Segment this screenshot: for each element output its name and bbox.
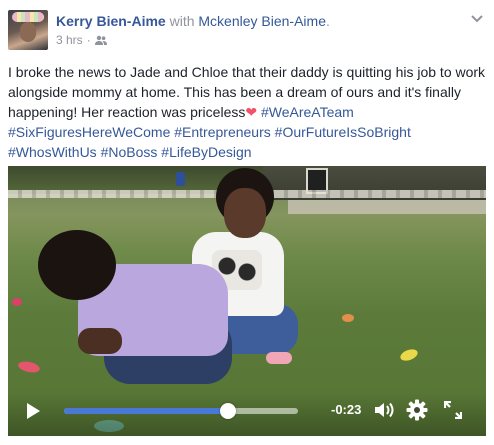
heart-emoji: ❤	[245, 104, 258, 120]
hashtag-link[interactable]: #Entrepreneurs	[174, 124, 271, 140]
post-meta: 3 hrs ·	[56, 33, 107, 47]
author-avatar[interactable]	[8, 10, 48, 50]
post-text: I broke the news to Jade and Chloe that …	[8, 62, 486, 162]
meta-separator: ·	[86, 33, 91, 47]
video-scrubber-handle[interactable]	[219, 403, 236, 419]
post-timestamp[interactable]: 3 hrs	[56, 33, 83, 47]
video-player[interactable]: -0:23	[8, 166, 486, 436]
video-time-remaining: -0:23	[331, 402, 362, 417]
avatar-face	[20, 22, 36, 42]
video-yard-sign	[176, 172, 185, 186]
video-girl-standing-face	[224, 188, 266, 238]
with-label: with	[169, 13, 195, 29]
facebook-post: Kerry Bien-Aime with Mckenley Bien-Aime.…	[0, 0, 494, 445]
video-leaf	[398, 347, 420, 363]
play-icon[interactable]	[24, 402, 42, 420]
fullscreen-icon[interactable]	[444, 401, 462, 419]
flower-crown	[12, 12, 44, 22]
chevron-down-icon[interactable]	[469, 12, 485, 26]
video-walkway	[288, 200, 486, 214]
author-name-link[interactable]: Kerry Bien-Aime	[56, 13, 166, 29]
hashtag-link[interactable]: #OurFutureIsSoBright	[275, 124, 411, 140]
video-girl-crouching-hair	[38, 230, 116, 300]
hashtag-link[interactable]: #WhosWithUs	[8, 144, 97, 160]
video-leaf	[17, 359, 41, 375]
video-leaf	[12, 298, 22, 306]
tagged-person-link[interactable]: Mckenley Bien-Aime	[198, 13, 326, 29]
video-leaf	[342, 314, 354, 322]
video-girl-crouching-arm	[78, 328, 122, 354]
settings-gear-icon[interactable]	[406, 399, 428, 421]
post-header: Kerry Bien-Aime with Mckenley Bien-Aime.	[56, 12, 330, 30]
video-progress-bar[interactable]	[64, 403, 298, 419]
hashtag-link[interactable]: #NoBoss	[101, 144, 158, 160]
with-suffix: .	[326, 13, 330, 29]
video-shoe	[266, 352, 292, 364]
hashtag-link[interactable]: #LifeByDesign	[161, 144, 251, 160]
friends-icon[interactable]	[94, 35, 107, 45]
video-progress-fill	[64, 408, 228, 414]
hashtag-link[interactable]: #SixFiguresHereWeCome	[8, 124, 170, 140]
hashtag-link[interactable]: #WeAreATeam	[261, 104, 354, 120]
volume-icon[interactable]	[374, 401, 396, 419]
